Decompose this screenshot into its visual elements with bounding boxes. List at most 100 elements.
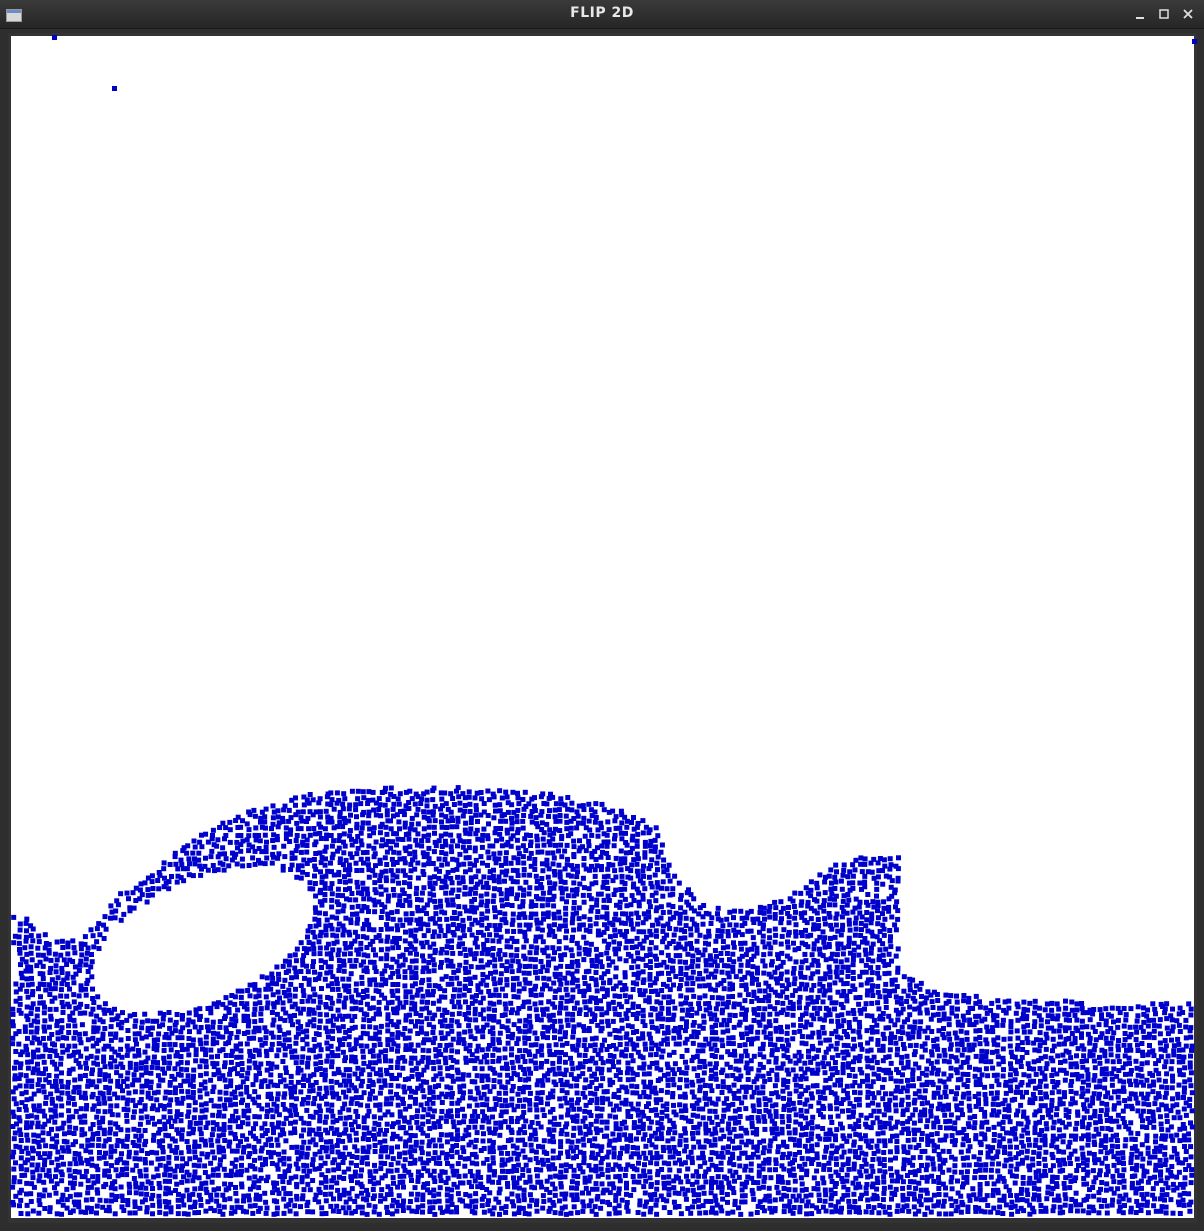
particle xyxy=(755,1012,761,1018)
particle xyxy=(899,1054,905,1060)
maximize-button[interactable] xyxy=(1154,4,1174,24)
particle xyxy=(592,1017,597,1022)
particle xyxy=(214,1004,220,1010)
particle xyxy=(954,999,960,1005)
particle xyxy=(1021,1029,1027,1035)
particle xyxy=(456,944,462,950)
particle xyxy=(1069,999,1075,1005)
particle xyxy=(556,848,561,854)
particle xyxy=(565,795,571,800)
minimize-button[interactable] xyxy=(1130,4,1150,24)
particle xyxy=(317,850,323,856)
particle xyxy=(635,950,641,956)
particle xyxy=(456,1031,462,1037)
particle xyxy=(412,933,418,939)
particle xyxy=(466,789,472,795)
particle xyxy=(695,1048,701,1054)
particle xyxy=(514,868,520,874)
title-bar[interactable]: FLIP 2D xyxy=(0,0,1204,29)
particle xyxy=(708,921,714,926)
particle xyxy=(893,1040,899,1046)
particle xyxy=(335,986,341,992)
particle xyxy=(784,986,790,992)
particle xyxy=(959,1052,965,1058)
particle xyxy=(874,1022,880,1028)
particle xyxy=(227,1035,233,1041)
particle xyxy=(424,902,430,908)
particle xyxy=(1103,1022,1109,1028)
particle xyxy=(875,965,881,970)
particle xyxy=(1042,1007,1048,1013)
particle xyxy=(713,938,719,944)
particle xyxy=(294,1054,300,1060)
particle xyxy=(449,1011,455,1017)
particle xyxy=(373,969,379,974)
particle xyxy=(450,902,456,908)
particle xyxy=(347,951,353,957)
particle xyxy=(396,880,401,886)
particle xyxy=(491,1017,497,1023)
particle xyxy=(377,860,383,866)
particle xyxy=(634,1016,640,1021)
particle xyxy=(564,1041,570,1046)
particle xyxy=(905,1017,911,1023)
particle xyxy=(673,926,679,932)
particle xyxy=(521,944,527,950)
particle xyxy=(778,963,784,969)
particle xyxy=(316,917,322,923)
particle xyxy=(316,800,322,806)
particle xyxy=(493,932,499,938)
particle xyxy=(1128,1006,1134,1012)
particle xyxy=(508,963,514,969)
particle xyxy=(499,897,505,903)
particle xyxy=(533,969,538,975)
particle xyxy=(672,1005,678,1011)
particle xyxy=(586,801,592,807)
particle xyxy=(148,1031,154,1037)
particle xyxy=(497,980,503,986)
particle xyxy=(306,981,312,987)
simulation-viewport[interactable] xyxy=(8,33,1197,1223)
particle xyxy=(346,1034,352,1040)
particle xyxy=(346,862,352,868)
particle xyxy=(550,1023,556,1029)
particle xyxy=(574,891,580,897)
particle xyxy=(725,933,731,939)
particle xyxy=(310,812,316,818)
particle xyxy=(264,1053,270,1059)
particle xyxy=(197,1006,203,1012)
particle xyxy=(527,1052,532,1058)
particle xyxy=(72,1023,78,1029)
particle xyxy=(324,945,330,951)
particle xyxy=(66,1004,72,1010)
particle xyxy=(40,1000,46,1006)
particle xyxy=(137,896,143,902)
particle xyxy=(394,1024,400,1029)
fluid-canvas[interactable] xyxy=(8,33,1197,1223)
particle xyxy=(342,1058,348,1064)
particle xyxy=(444,825,450,830)
particle xyxy=(353,1005,359,1011)
particle xyxy=(628,994,633,1000)
particle xyxy=(1015,1004,1021,1010)
particle xyxy=(252,982,258,988)
particle xyxy=(287,998,293,1004)
particle xyxy=(409,975,415,981)
particle xyxy=(535,896,541,902)
particle xyxy=(659,970,665,976)
particle xyxy=(623,958,629,964)
particle xyxy=(29,957,35,963)
particle xyxy=(395,995,401,1001)
particle xyxy=(719,957,725,963)
particle xyxy=(262,819,268,825)
particle xyxy=(466,988,472,993)
particle xyxy=(550,836,556,842)
particle xyxy=(310,1048,316,1054)
close-button[interactable] xyxy=(1178,4,1198,24)
particle xyxy=(515,1036,521,1042)
particle xyxy=(251,1011,257,1017)
particle xyxy=(469,921,475,927)
particle xyxy=(457,962,463,968)
particle xyxy=(190,1042,196,1048)
particle xyxy=(445,923,451,929)
